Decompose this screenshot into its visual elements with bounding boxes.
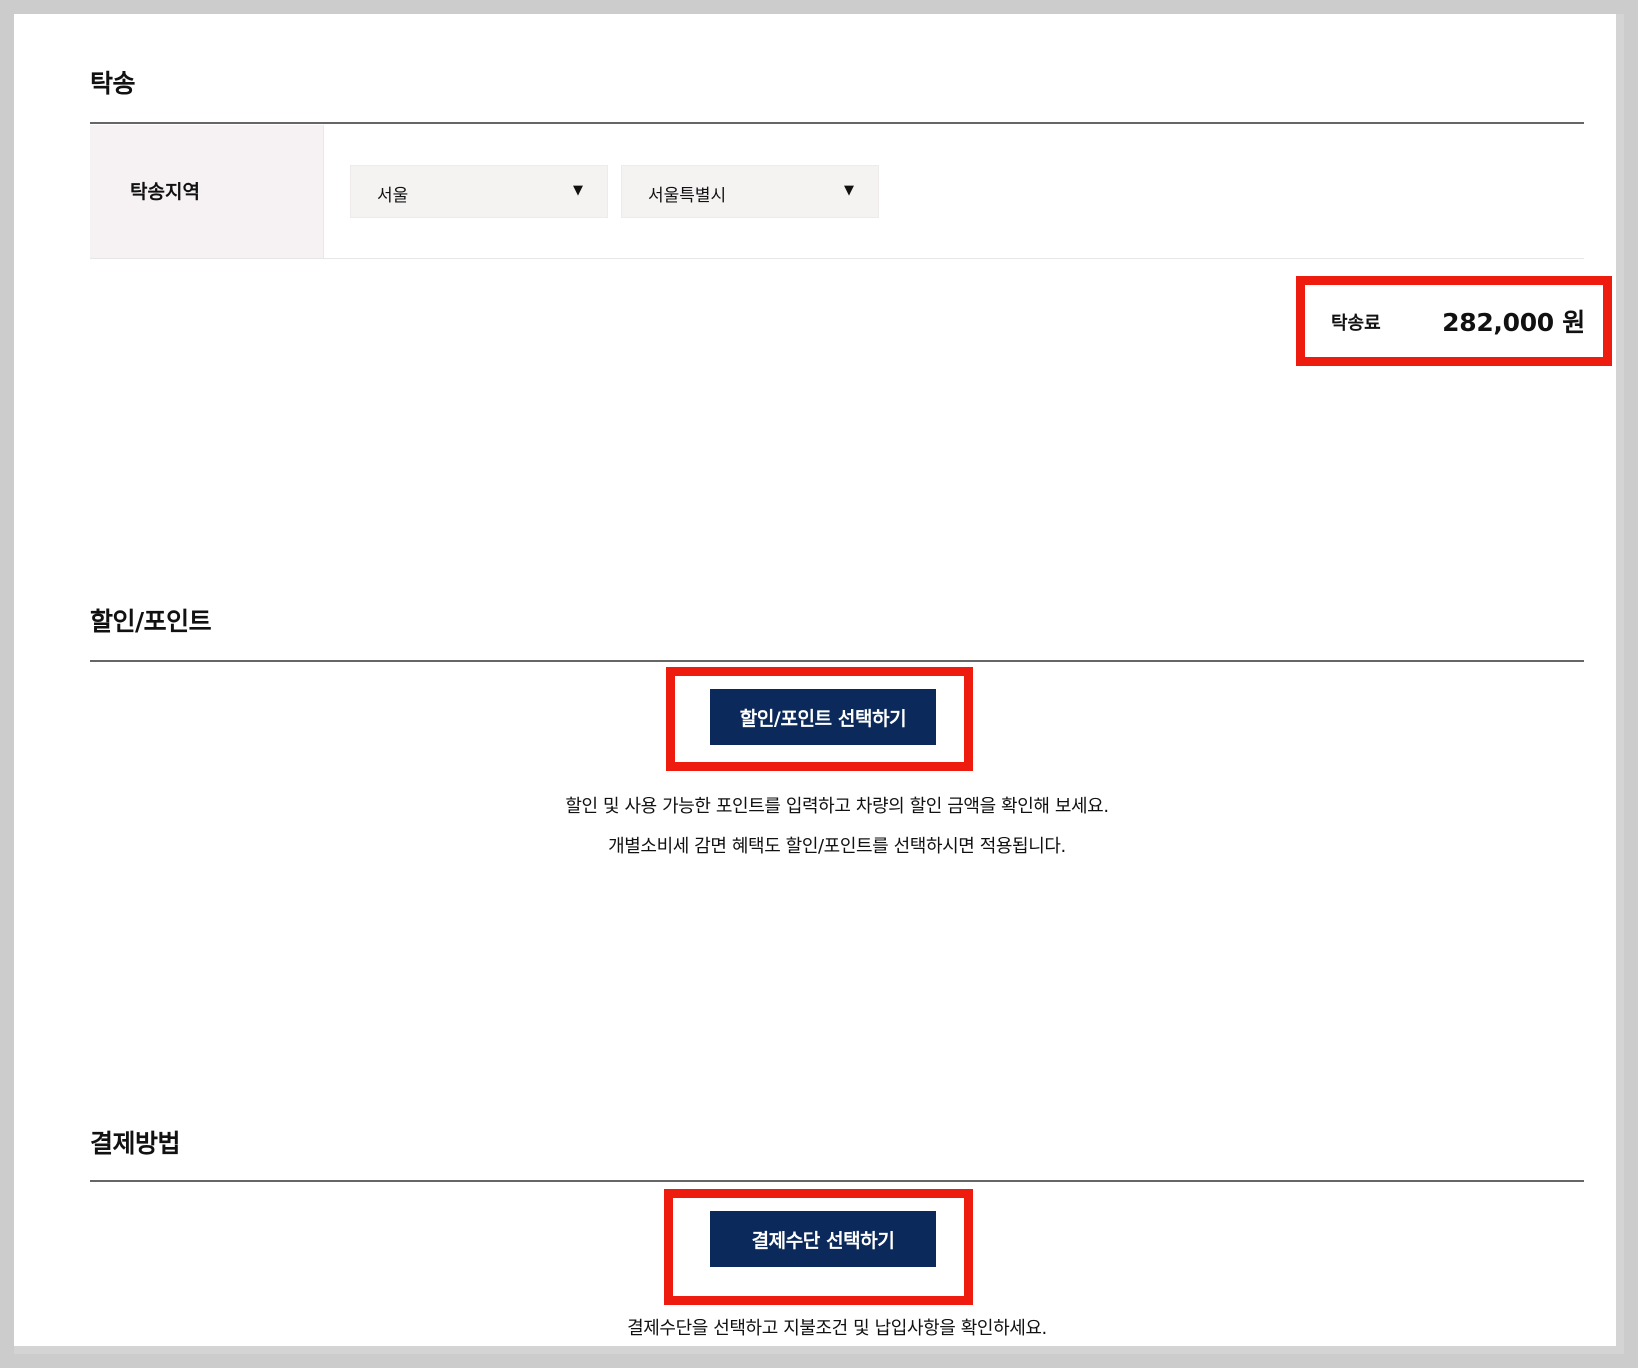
discount-divider: [90, 660, 1584, 662]
delivery-fee-highlight: 탁송료 282,000 원: [1296, 276, 1612, 366]
page-frame: 탁송 탁송지역 서울 ▼ 서울특별시 ▼ 탁송료 282,000 원 할인/포인…: [14, 14, 1624, 1354]
payment-description: 결제수단을 선택하고 지불조건 및 납입사항을 확인하세요.: [627, 1318, 1047, 1339]
city-select[interactable]: 서울특별시 ▼: [621, 165, 879, 218]
delivery-divider: [90, 122, 1584, 124]
select-payment-button[interactable]: 결제수단 선택하기: [710, 1211, 936, 1267]
province-select[interactable]: 서울 ▼: [350, 165, 608, 218]
select-discount-button[interactable]: 할인/포인트 선택하기: [710, 689, 936, 745]
payment-section-title: 결제방법: [90, 1129, 181, 1158]
discount-description-line-2: 개별소비세 감면 혜택도 할인/포인트를 선택하시면 적용됩니다.: [608, 836, 1066, 857]
region-label: 탁송지역: [130, 181, 200, 203]
delivery-section-title: 탁송: [90, 69, 136, 98]
delivery-fee-amount: 282,000 원: [1442, 308, 1585, 337]
city-select-value: 서울특별시: [648, 186, 727, 206]
caret-down-icon: ▼: [573, 183, 583, 198]
discount-section-title: 할인/포인트: [90, 607, 212, 636]
caret-down-icon: ▼: [844, 183, 854, 198]
region-label-cell: 탁송지역: [90, 125, 324, 258]
discount-description-line-1: 할인 및 사용 가능한 포인트를 입력하고 차량의 할인 금액을 확인해 보세요…: [565, 796, 1109, 817]
province-select-value: 서울: [377, 186, 409, 206]
payment-divider: [90, 1180, 1584, 1182]
delivery-region-row: 탁송지역 서울 ▼ 서울특별시 ▼: [90, 125, 1584, 259]
delivery-fee-label: 탁송료: [1331, 313, 1381, 334]
